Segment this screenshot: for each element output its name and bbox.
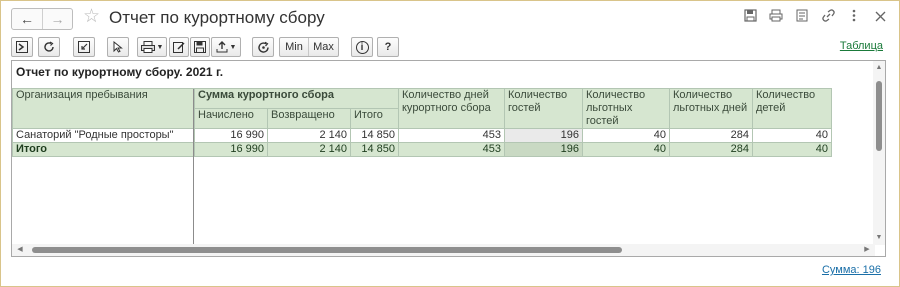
export-dropdown-button[interactable]: ▼ xyxy=(211,37,241,57)
vertical-scroll-thumb[interactable] xyxy=(876,81,882,151)
save-icon[interactable] xyxy=(743,9,757,26)
cell-children[interactable]: 40 xyxy=(752,128,832,143)
link-icon[interactable] xyxy=(821,9,835,26)
header-accrued: Начислено xyxy=(194,108,268,129)
header-fee-group: Сумма курортного сбора xyxy=(194,88,399,109)
arrow-right-icon: → xyxy=(50,11,65,27)
printer-icon xyxy=(140,41,155,53)
arrow-left-icon: ← xyxy=(20,11,34,27)
run-icon xyxy=(16,41,28,53)
total-total[interactable]: 14 850 xyxy=(350,142,399,157)
report-table: Организация пребывания Сумма курортного … xyxy=(12,88,832,157)
header-pref-guests: Количество льготных гостей xyxy=(582,88,670,129)
save-button[interactable] xyxy=(190,37,210,57)
title-bar: ← → ☆ Отчет по курортному сбору xyxy=(1,1,899,33)
total-returned[interactable]: 2 140 xyxy=(267,142,351,157)
header-org: Организация пребывания xyxy=(12,88,195,129)
cell-pref-days[interactable]: 284 xyxy=(669,128,753,143)
total-pref-days[interactable]: 284 xyxy=(669,142,753,157)
nav-buttons: ← → xyxy=(11,8,73,30)
chevron-down-icon: ▼ xyxy=(229,43,237,51)
select-button[interactable] xyxy=(107,37,129,57)
total-accrued[interactable]: 16 990 xyxy=(194,142,268,157)
cursor-icon xyxy=(113,41,123,53)
max-button[interactable]: Max xyxy=(309,38,338,56)
vertical-scrollbar[interactable]: ▲ ▼ xyxy=(873,61,885,245)
total-guests[interactable]: 196 xyxy=(504,142,583,157)
print-icon[interactable] xyxy=(769,9,783,26)
chevron-down-icon: ▼ xyxy=(156,43,164,51)
edit-button[interactable] xyxy=(169,37,189,57)
collapse-icon xyxy=(78,41,90,53)
close-icon[interactable] xyxy=(873,10,887,26)
horizontal-scrollbar[interactable]: ◀ ▶ xyxy=(12,244,875,256)
more-icon[interactable] xyxy=(847,9,861,26)
edit-icon xyxy=(173,42,185,53)
back-button[interactable]: ← xyxy=(12,9,42,29)
report-window: ← → ☆ Отчет по курортному сбору ▼ ▼ Min … xyxy=(0,0,900,287)
scroll-up-icon[interactable]: ▲ xyxy=(873,63,885,73)
recalculate-button[interactable] xyxy=(252,37,274,57)
print-dropdown-button[interactable]: ▼ xyxy=(137,37,167,57)
favorite-star-icon[interactable]: ☆ xyxy=(83,5,100,28)
help-button[interactable]: ? xyxy=(377,37,399,57)
generate-button[interactable] xyxy=(11,37,33,57)
total-label[interactable]: Итого xyxy=(12,142,195,157)
table-link[interactable]: Таблица xyxy=(840,40,883,52)
cell-total[interactable]: 14 850 xyxy=(350,128,399,143)
recalculate-icon xyxy=(257,41,269,53)
report-title: Отчет по курортному сбору. 2021 г. xyxy=(16,65,224,79)
cell-guests[interactable]: 196 xyxy=(504,128,583,143)
upload-icon xyxy=(216,41,228,53)
cell-pref-guests[interactable]: 40 xyxy=(582,128,670,143)
header-guests: Количество гостей xyxy=(504,88,583,129)
toolbar: ▼ ▼ Min Max i ? Таблица xyxy=(11,37,891,57)
cell-returned[interactable]: 2 140 xyxy=(267,128,351,143)
cell-org[interactable]: Санаторий "Родные просторы" xyxy=(12,128,195,143)
forward-button[interactable]: → xyxy=(42,9,72,29)
total-children[interactable]: 40 xyxy=(752,142,832,157)
page-title: Отчет по курортному сбору xyxy=(109,8,325,27)
save-icon xyxy=(194,41,206,53)
window-actions xyxy=(743,9,887,26)
total-days[interactable]: 453 xyxy=(398,142,505,157)
report-area[interactable]: Отчет по курортному сбору. 2021 г. Орган… xyxy=(11,60,886,257)
header-returned: Возвращено xyxy=(267,108,351,129)
info-button[interactable]: i xyxy=(351,37,373,57)
scroll-down-icon[interactable]: ▼ xyxy=(873,233,885,243)
totals-row[interactable]: Итого 16 990 2 140 14 850 453 196 40 284… xyxy=(12,142,832,157)
header-row: Организация пребывания Сумма курортного … xyxy=(12,88,832,129)
min-button[interactable]: Min xyxy=(280,38,309,56)
header-total: Итого xyxy=(350,108,399,129)
header-pref-days: Количество льготных дней xyxy=(669,88,753,129)
header-days: Количество дней курортного сбора xyxy=(398,88,505,129)
cell-days[interactable]: 453 xyxy=(398,128,505,143)
table-row[interactable]: Санаторий "Родные просторы" 16 990 2 140… xyxy=(12,128,832,143)
scroll-right-icon[interactable]: ▶ xyxy=(861,244,873,256)
horizontal-scroll-thumb[interactable] xyxy=(32,247,622,253)
scroll-left-icon[interactable]: ◀ xyxy=(14,244,26,256)
refresh-icon xyxy=(44,41,54,52)
info-icon: i xyxy=(355,40,369,54)
freeze-divider xyxy=(193,89,194,245)
refresh-button[interactable] xyxy=(38,37,60,57)
header-children: Количество детей xyxy=(752,88,832,129)
total-pref-guests[interactable]: 40 xyxy=(582,142,670,157)
collapse-button[interactable] xyxy=(73,37,95,57)
document-icon[interactable] xyxy=(795,9,809,26)
min-max-group: Min Max xyxy=(279,37,339,57)
cell-accrued[interactable]: 16 990 xyxy=(194,128,268,143)
sum-status-link[interactable]: Сумма: 196 xyxy=(822,264,881,276)
